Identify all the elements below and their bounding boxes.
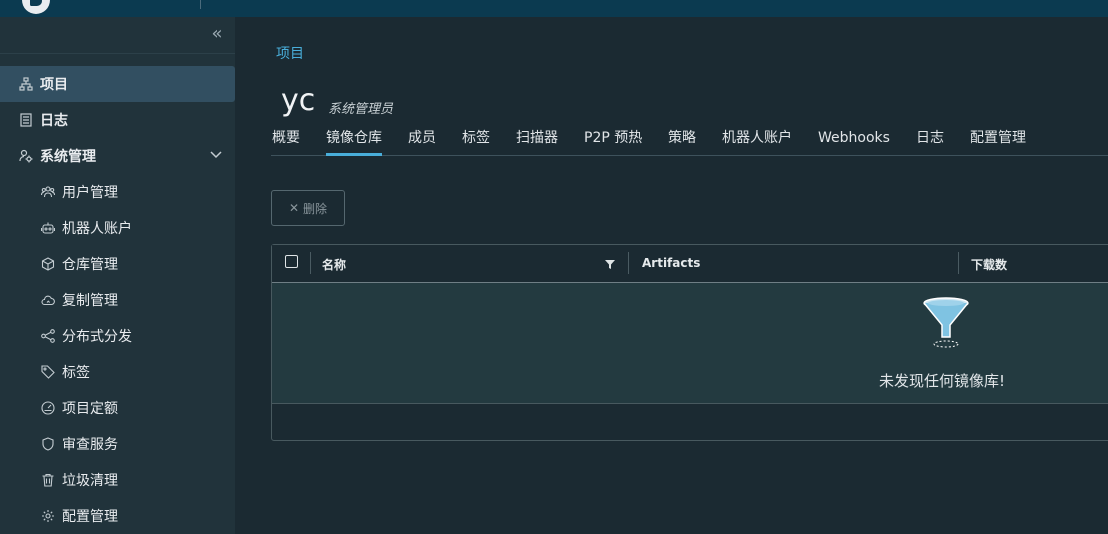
sidebar-item-gc[interactable]: 垃圾清理 [0,462,235,498]
tab-robot-accounts[interactable]: 机器人账户 [722,128,792,155]
sidebar-item-admin[interactable]: 系统管理 [0,138,235,174]
column-separator[interactable] [958,252,959,274]
sidebar-item-label: 日志 [40,113,68,129]
sidebar-item-replications[interactable]: 复制管理 [0,282,235,318]
header-divider [200,0,201,9]
select-all-checkbox[interactable] [285,255,298,268]
sidebar-item-robot-accounts[interactable]: 机器人账户 [0,210,235,246]
robot-icon [41,222,55,234]
registry-box-icon [41,257,55,271]
tab-members[interactable]: 成员 [408,128,436,155]
tab-summary[interactable]: 概要 [272,128,300,155]
sidebar-item-label: 分布式分发 [62,329,132,345]
sidebar-divider [0,53,235,54]
sidebar-item-label: 标签 [62,365,90,381]
chevron-down-icon[interactable] [209,147,223,161]
sidebar-item-label: 项目定额 [62,401,118,417]
project-icon [19,77,33,91]
datagrid-header: 名称 Artifacts 下载数 [272,245,1108,283]
admin-settings-icon [19,149,33,163]
sidebar-item-label: 审查服务 [62,437,118,453]
tab-configuration[interactable]: 配置管理 [970,128,1026,155]
sidebar-item-label: 机器人账户 [62,221,132,237]
tab-labels[interactable]: 标签 [462,128,490,155]
tab-repositories[interactable]: 镜像仓库 [326,128,382,156]
sidebar-item-configuration[interactable]: 配置管理 [0,498,235,534]
gear-icon [42,510,54,522]
sidebar: « 项目 日志 系统管理 用户管理 机器人账户 仓库管理 复制管理 分布式分发 … [0,17,235,534]
project-name: yc [281,83,316,118]
delete-button[interactable]: ✕ 删除 [271,190,345,226]
collapse-sidebar-icon[interactable]: « [206,23,228,45]
tab-p2p-preheat[interactable]: P2P 预热 [584,128,642,155]
empty-message: 未发现任何镜像库! [879,372,1006,390]
column-separator [310,252,311,274]
project-tabs: 概要 镜像仓库 成员 标签 扫描器 P2P 预热 策略 机器人账户 Webhoo… [271,128,1108,156]
quota-dashboard-icon [41,401,55,415]
column-header-artifacts[interactable]: Artifacts [642,256,700,270]
close-icon: ✕ [288,201,300,215]
tab-logs[interactable]: 日志 [916,128,944,155]
share-icon [41,329,55,343]
harbor-logo[interactable] [22,0,50,14]
sidebar-item-label: 垃圾清理 [62,473,118,489]
sidebar-item-label: 项目 [40,77,68,93]
tab-webhooks[interactable]: Webhooks [818,128,890,155]
sidebar-item-interrogation[interactable]: 审查服务 [0,426,235,462]
sidebar-item-registries[interactable]: 仓库管理 [0,246,235,282]
column-header-pulls[interactable]: 下载数 [971,256,1007,273]
top-header-bar [0,0,1108,17]
empty-funnel-icon [923,297,969,348]
sidebar-item-quotas[interactable]: 项目定额 [0,390,235,426]
filter-icon[interactable] [605,259,615,269]
sidebar-item-labels[interactable]: 标签 [0,354,235,390]
sidebar-item-label: 系统管理 [40,149,96,165]
shield-icon [42,437,54,451]
tab-policy[interactable]: 策略 [668,128,696,155]
project-role: 系统管理员 [328,102,394,117]
sidebar-item-label: 仓库管理 [62,257,118,273]
logs-icon [20,113,32,127]
users-icon [41,186,55,198]
sidebar-item-distributions[interactable]: 分布式分发 [0,318,235,354]
column-separator[interactable] [628,252,629,274]
delete-button-label: 删除 [303,201,328,216]
replication-cloud-icon [41,295,55,306]
sidebar-item-label: 复制管理 [62,293,118,309]
datagrid-empty-placeholder: 未发现任何镜像库! [272,283,1108,404]
repositories-datagrid: 名称 Artifacts 下载数 未发现任何镜像库! [271,244,1108,441]
sidebar-item-label: 用户管理 [62,185,118,201]
breadcrumb[interactable]: 项目 [276,43,304,63]
column-header-name[interactable]: 名称 [322,256,346,273]
sidebar-item-projects[interactable]: 项目 [0,66,235,102]
sidebar-item-label: 配置管理 [62,509,118,525]
tab-scanner[interactable]: 扫描器 [516,128,558,155]
sidebar-item-users[interactable]: 用户管理 [0,174,235,210]
trash-icon [42,473,54,487]
sidebar-item-logs[interactable]: 日志 [0,102,235,138]
tag-icon [41,365,55,379]
